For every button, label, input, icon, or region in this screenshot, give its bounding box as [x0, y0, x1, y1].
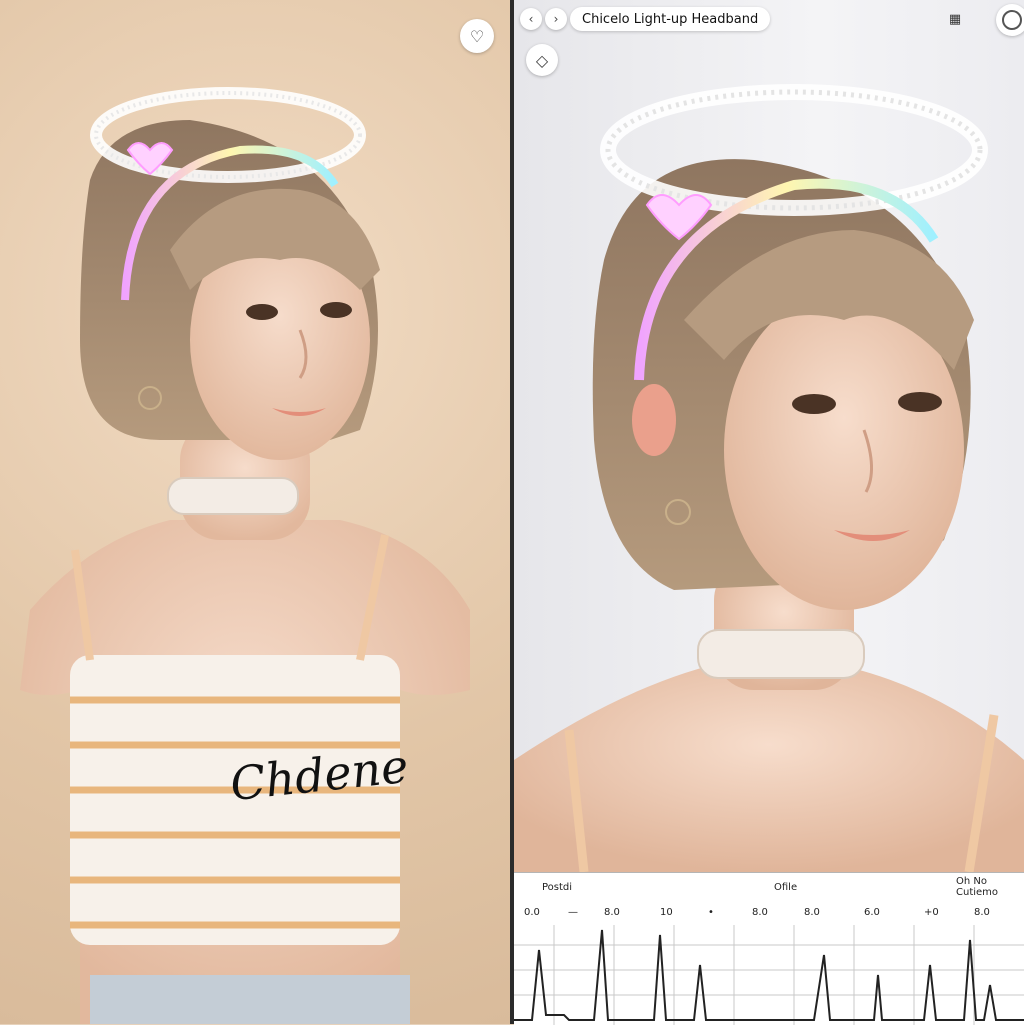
- forward-button[interactable]: ›: [545, 8, 567, 30]
- chevron-left-icon: ‹: [528, 12, 534, 26]
- shape-button[interactable]: ◇: [526, 44, 558, 76]
- graph-right-label: Oh No Cutiemo: [956, 876, 999, 898]
- grid-button[interactable]: ▦: [944, 8, 966, 30]
- left-image-panel: Chdene: [0, 0, 510, 1024]
- grid-icon: ▦: [948, 11, 962, 27]
- tick-label: 8.0: [604, 907, 620, 918]
- page-title: Chicelo Light-up Headband: [570, 7, 771, 31]
- right-image-panel: [514, 0, 1024, 1024]
- tick-label: +0: [924, 907, 939, 918]
- graph-ticks: 0.0 — 8.0 10 • 8.0 8.0 6.0 +0 8.0: [514, 903, 1024, 923]
- tick-label: 0.0: [524, 907, 540, 918]
- tick-label: 10: [660, 907, 673, 918]
- heart-button[interactable]: ♡: [460, 19, 494, 53]
- bottom-graph-strip: Postdi Ofile Oh No Cutiemo 0.0 — 8.0 10 …: [514, 872, 1024, 1025]
- graph-center-label: Ofile: [774, 881, 798, 893]
- tick-label: 8.0: [974, 907, 990, 918]
- left-figure: [20, 87, 470, 1024]
- tick-label: •: [708, 907, 714, 918]
- tick-label: 8.0: [804, 907, 820, 918]
- tick-label: 8.0: [752, 907, 768, 918]
- tick-label: 6.0: [864, 907, 880, 918]
- back-button[interactable]: ‹: [520, 8, 542, 30]
- graph-header: Postdi Ofile Oh No Cutiemo: [514, 873, 1024, 901]
- tick-label: —: [568, 907, 578, 918]
- shape-icon: ◇: [535, 50, 549, 70]
- graph-left-label: Postdi: [542, 881, 573, 893]
- graph-plot: [514, 925, 1024, 1025]
- profile-button[interactable]: [996, 4, 1024, 36]
- circle-icon: [1002, 10, 1022, 30]
- right-figure: [514, 84, 1024, 873]
- chevron-right-icon: ›: [553, 12, 559, 26]
- heart-icon: ♡: [469, 26, 485, 46]
